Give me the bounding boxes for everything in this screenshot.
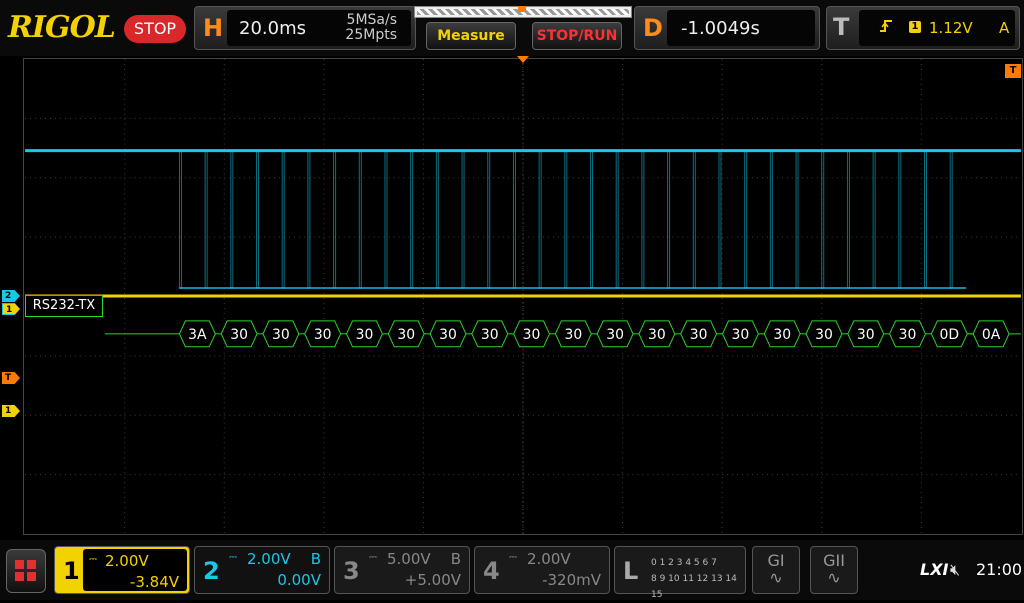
view-window-marker xyxy=(518,6,526,12)
channel-3-number: 3 xyxy=(343,557,360,585)
decoded-byte-value: 30 xyxy=(272,327,290,343)
decoded-byte-value: 30 xyxy=(230,327,248,343)
trigger-readout: 1 1.12V A xyxy=(859,10,1015,46)
channel-1-number: 1 xyxy=(63,557,80,585)
trigger-source-badge: 1 xyxy=(909,21,921,33)
horizontal-readout: 20.0ms 5MSa/s 25Mpts xyxy=(227,10,411,46)
decoded-byte-value: 30 xyxy=(481,327,499,343)
logic-analyzer-panel[interactable]: L 0 1 2 3 4 5 6 7 8 9 10 11 12 13 14 15 xyxy=(614,546,746,600)
channel-3-offset: +5.00V xyxy=(404,571,461,589)
channel-4-offset: -320mV xyxy=(542,571,601,589)
generator-1-button[interactable]: GI ∿ xyxy=(752,546,800,594)
decoded-byte-value: 0A xyxy=(982,327,1001,343)
rigol-logo: RIGOL xyxy=(8,10,116,45)
generator-2-button[interactable]: GII ∿ xyxy=(810,546,858,594)
channel-4-scale: 2.00V xyxy=(527,550,571,568)
stop-run-button[interactable]: STOP/RUN xyxy=(532,22,622,50)
trigger-panel[interactable]: T 1 1.12V A xyxy=(826,6,1020,50)
trigger-level-marker[interactable]: T xyxy=(1005,64,1021,78)
system-clock: 21:00 xyxy=(976,560,1023,579)
rising-edge-icon xyxy=(879,18,893,38)
sine-wave-icon: ∿ xyxy=(827,568,841,587)
lxi-icon[interactable]: LXI xyxy=(920,560,948,579)
decoded-byte-value: 3A xyxy=(188,327,207,343)
menu-grid-icon xyxy=(15,560,24,569)
trigger-mode: A xyxy=(999,19,1010,37)
delay-panel[interactable]: D -1.0049s xyxy=(634,6,820,50)
ch2-offset-marker[interactable]: 2 xyxy=(2,290,20,302)
measure-button[interactable]: Measure xyxy=(426,22,516,50)
trigger-position-marker[interactable] xyxy=(517,56,529,63)
dc-coupling-icon: ⎓ xyxy=(509,552,517,563)
logic-bits-row-2: 8 9 10 11 12 13 14 15 xyxy=(651,574,737,600)
horizontal-panel[interactable]: H 20.0ms 5MSa/s 25Mpts xyxy=(194,6,416,50)
waveform-grid[interactable]: 3A 30 30 30 30 30 30 30 30 30 30 30 30 30 30 30 30 30 0D 0A xyxy=(23,58,1023,535)
menu-grid-cell xyxy=(27,572,36,581)
channel-1-readout: ⎓ 2.00V -3.84V xyxy=(83,549,187,591)
decoded-byte-value: 0D xyxy=(940,327,960,343)
logic-channel-map: 0 1 2 3 4 5 6 7 8 9 10 11 12 13 14 15 xyxy=(651,555,745,603)
horizontal-letter: H xyxy=(203,14,224,42)
decoded-byte-value: 30 xyxy=(857,327,875,343)
logic-bits-row-1: 0 1 2 3 4 5 6 7 xyxy=(651,558,717,568)
dc-coupling-icon: ⎓ xyxy=(229,552,237,563)
decoded-byte-value: 30 xyxy=(732,327,750,343)
delay-letter: D xyxy=(643,14,663,42)
decoded-byte-value: 30 xyxy=(690,327,708,343)
trigger-level: 1.12V xyxy=(929,19,973,37)
logic-letter: L xyxy=(623,557,639,585)
channel-2-bandwidth-flag: B xyxy=(310,550,321,568)
decoded-byte-value: 30 xyxy=(815,327,833,343)
decoded-byte-value: 30 xyxy=(439,327,457,343)
decoded-byte-value: 30 xyxy=(899,327,917,343)
decoder-bus-label[interactable]: RS232-TX xyxy=(25,295,103,317)
decoded-byte-value: 30 xyxy=(356,327,374,343)
decoded-byte-value: 30 xyxy=(773,327,791,343)
delay-readout: -1.0049s xyxy=(667,10,815,46)
channel-2-number: 2 xyxy=(203,557,220,585)
timebase-value: 20.0ms xyxy=(239,18,306,39)
dc-coupling-icon: ⎓ xyxy=(89,554,97,565)
sine-wave-icon: ∿ xyxy=(769,568,783,587)
channel-2-panel[interactable]: 2 ⎓ 2.00V B 0.00V xyxy=(194,546,330,594)
decoded-byte-value: 30 xyxy=(314,327,332,343)
channel-4-panel[interactable]: 4 ⎓ 2.00V -320mV xyxy=(474,546,610,594)
delay-value: -1.0049s xyxy=(681,18,760,39)
channel-4-number: 4 xyxy=(483,557,500,585)
dc-coupling-icon: ⎓ xyxy=(369,552,377,563)
decoded-byte-value: 30 xyxy=(564,327,582,343)
decoded-byte-value: 30 xyxy=(606,327,624,343)
channel-1-scale: 2.00V xyxy=(105,552,149,570)
menu-grid-cell xyxy=(27,560,36,569)
channel-3-bandwidth-flag: B xyxy=(450,550,461,568)
speaker-muted-icon[interactable]: 🔇︎ xyxy=(950,560,960,580)
ch1-level-marker[interactable]: 1 xyxy=(2,405,20,417)
memory-position-strip[interactable] xyxy=(414,6,632,18)
decoded-byte-value: 30 xyxy=(648,327,666,343)
menu-grid-cell xyxy=(15,572,24,581)
trigger-level-left-marker[interactable]: T xyxy=(2,372,20,384)
channel-3-panel[interactable]: 3 ⎓ 5.00V B +5.00V xyxy=(334,546,470,594)
run-state-badge[interactable]: STOP xyxy=(124,15,186,43)
trigger-letter: T xyxy=(833,13,850,41)
decoded-byte-value: 30 xyxy=(397,327,415,343)
channel-1-panel[interactable]: 1 ⎓ 2.00V -3.84V xyxy=(54,546,190,594)
channel-1-offset: -3.84V xyxy=(129,573,179,591)
decoded-byte-value: 30 xyxy=(523,327,541,343)
channel-2-offset: 0.00V xyxy=(277,571,321,589)
ch1-offset-marker[interactable]: 1 xyxy=(2,303,20,315)
sample-rate: 5MSa/s xyxy=(346,12,397,28)
channel-2-scale: 2.00V xyxy=(247,550,291,568)
memory-depth: 25Mpts xyxy=(345,27,397,43)
main-menu-button[interactable] xyxy=(6,549,46,593)
channel-3-scale: 5.00V xyxy=(387,550,431,568)
